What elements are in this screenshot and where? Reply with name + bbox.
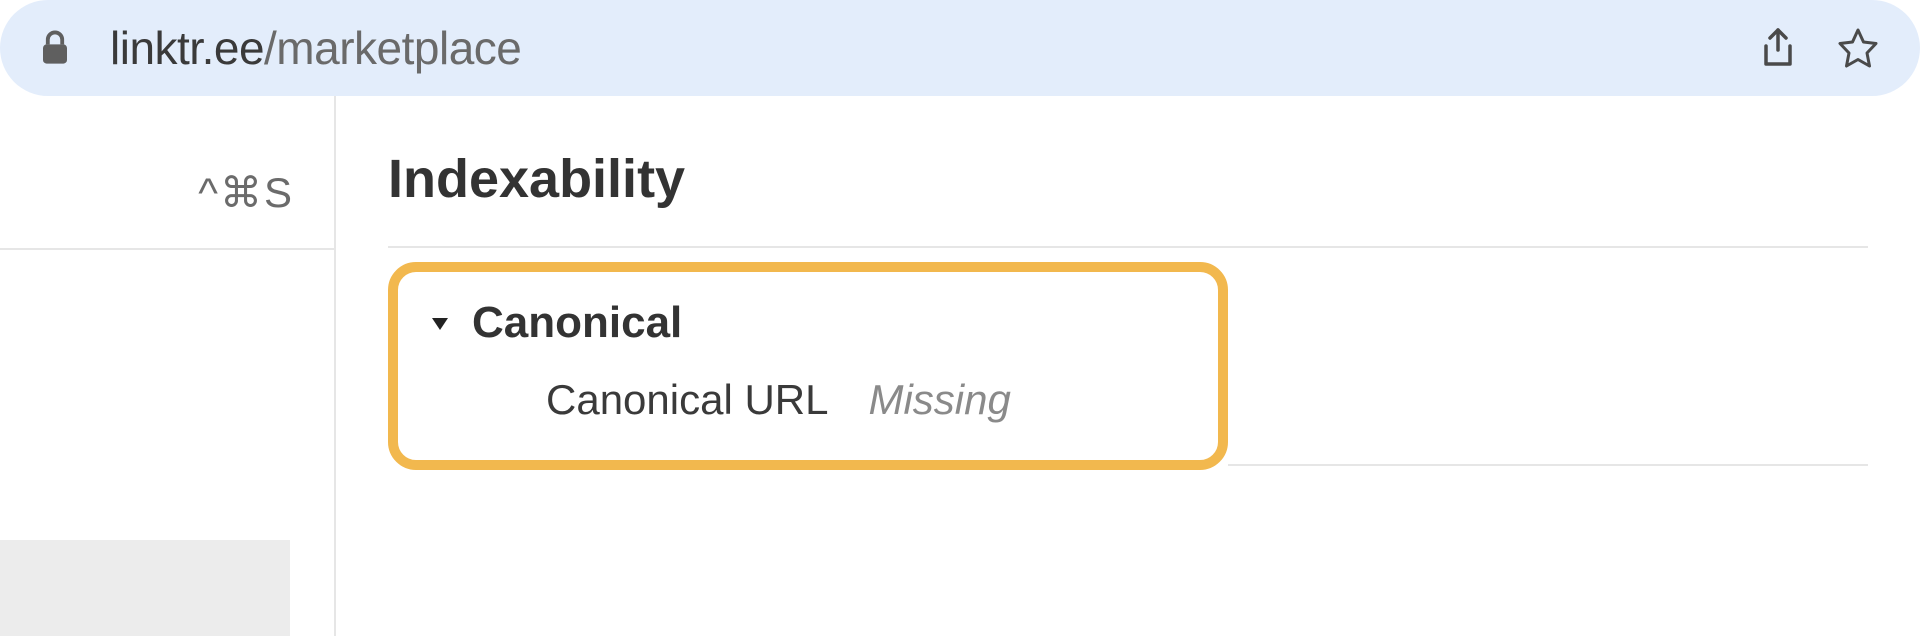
url-path: /marketplace [264, 22, 521, 74]
url-text[interactable]: linktr.ee/marketplace [110, 21, 1756, 75]
url-domain: linktr.ee [110, 22, 264, 74]
canonical-url-row: Canonical URL Missing [428, 376, 1188, 424]
section-divider [388, 246, 1868, 248]
content-area: ^⌘S Indexability Canonical Canonical URL [0, 96, 1920, 636]
section-title: Indexability [388, 148, 1868, 210]
canonical-url-label: Canonical URL [546, 376, 828, 424]
main-panel: Indexability Canonical Canonical URL Mis… [336, 96, 1920, 636]
canonical-url-value: Missing [868, 376, 1010, 424]
address-bar-actions [1756, 26, 1880, 70]
sidebar: ^⌘S [0, 96, 336, 636]
sidebar-divider [0, 248, 334, 250]
keyboard-shortcut-label: ^⌘S [198, 168, 294, 217]
row-divider-right [1228, 262, 1868, 466]
canonical-group-title: Canonical [472, 298, 682, 348]
canonical-group-header[interactable]: Canonical [428, 298, 1188, 348]
sidebar-selected-item[interactable] [0, 540, 290, 636]
lock-icon [40, 30, 70, 66]
share-icon[interactable] [1756, 26, 1800, 70]
address-bar[interactable]: linktr.ee/marketplace [0, 0, 1920, 96]
disclosure-triangle-icon[interactable] [428, 311, 452, 335]
canonical-highlight-box: Canonical Canonical URL Missing [388, 262, 1228, 470]
star-icon[interactable] [1836, 26, 1880, 70]
